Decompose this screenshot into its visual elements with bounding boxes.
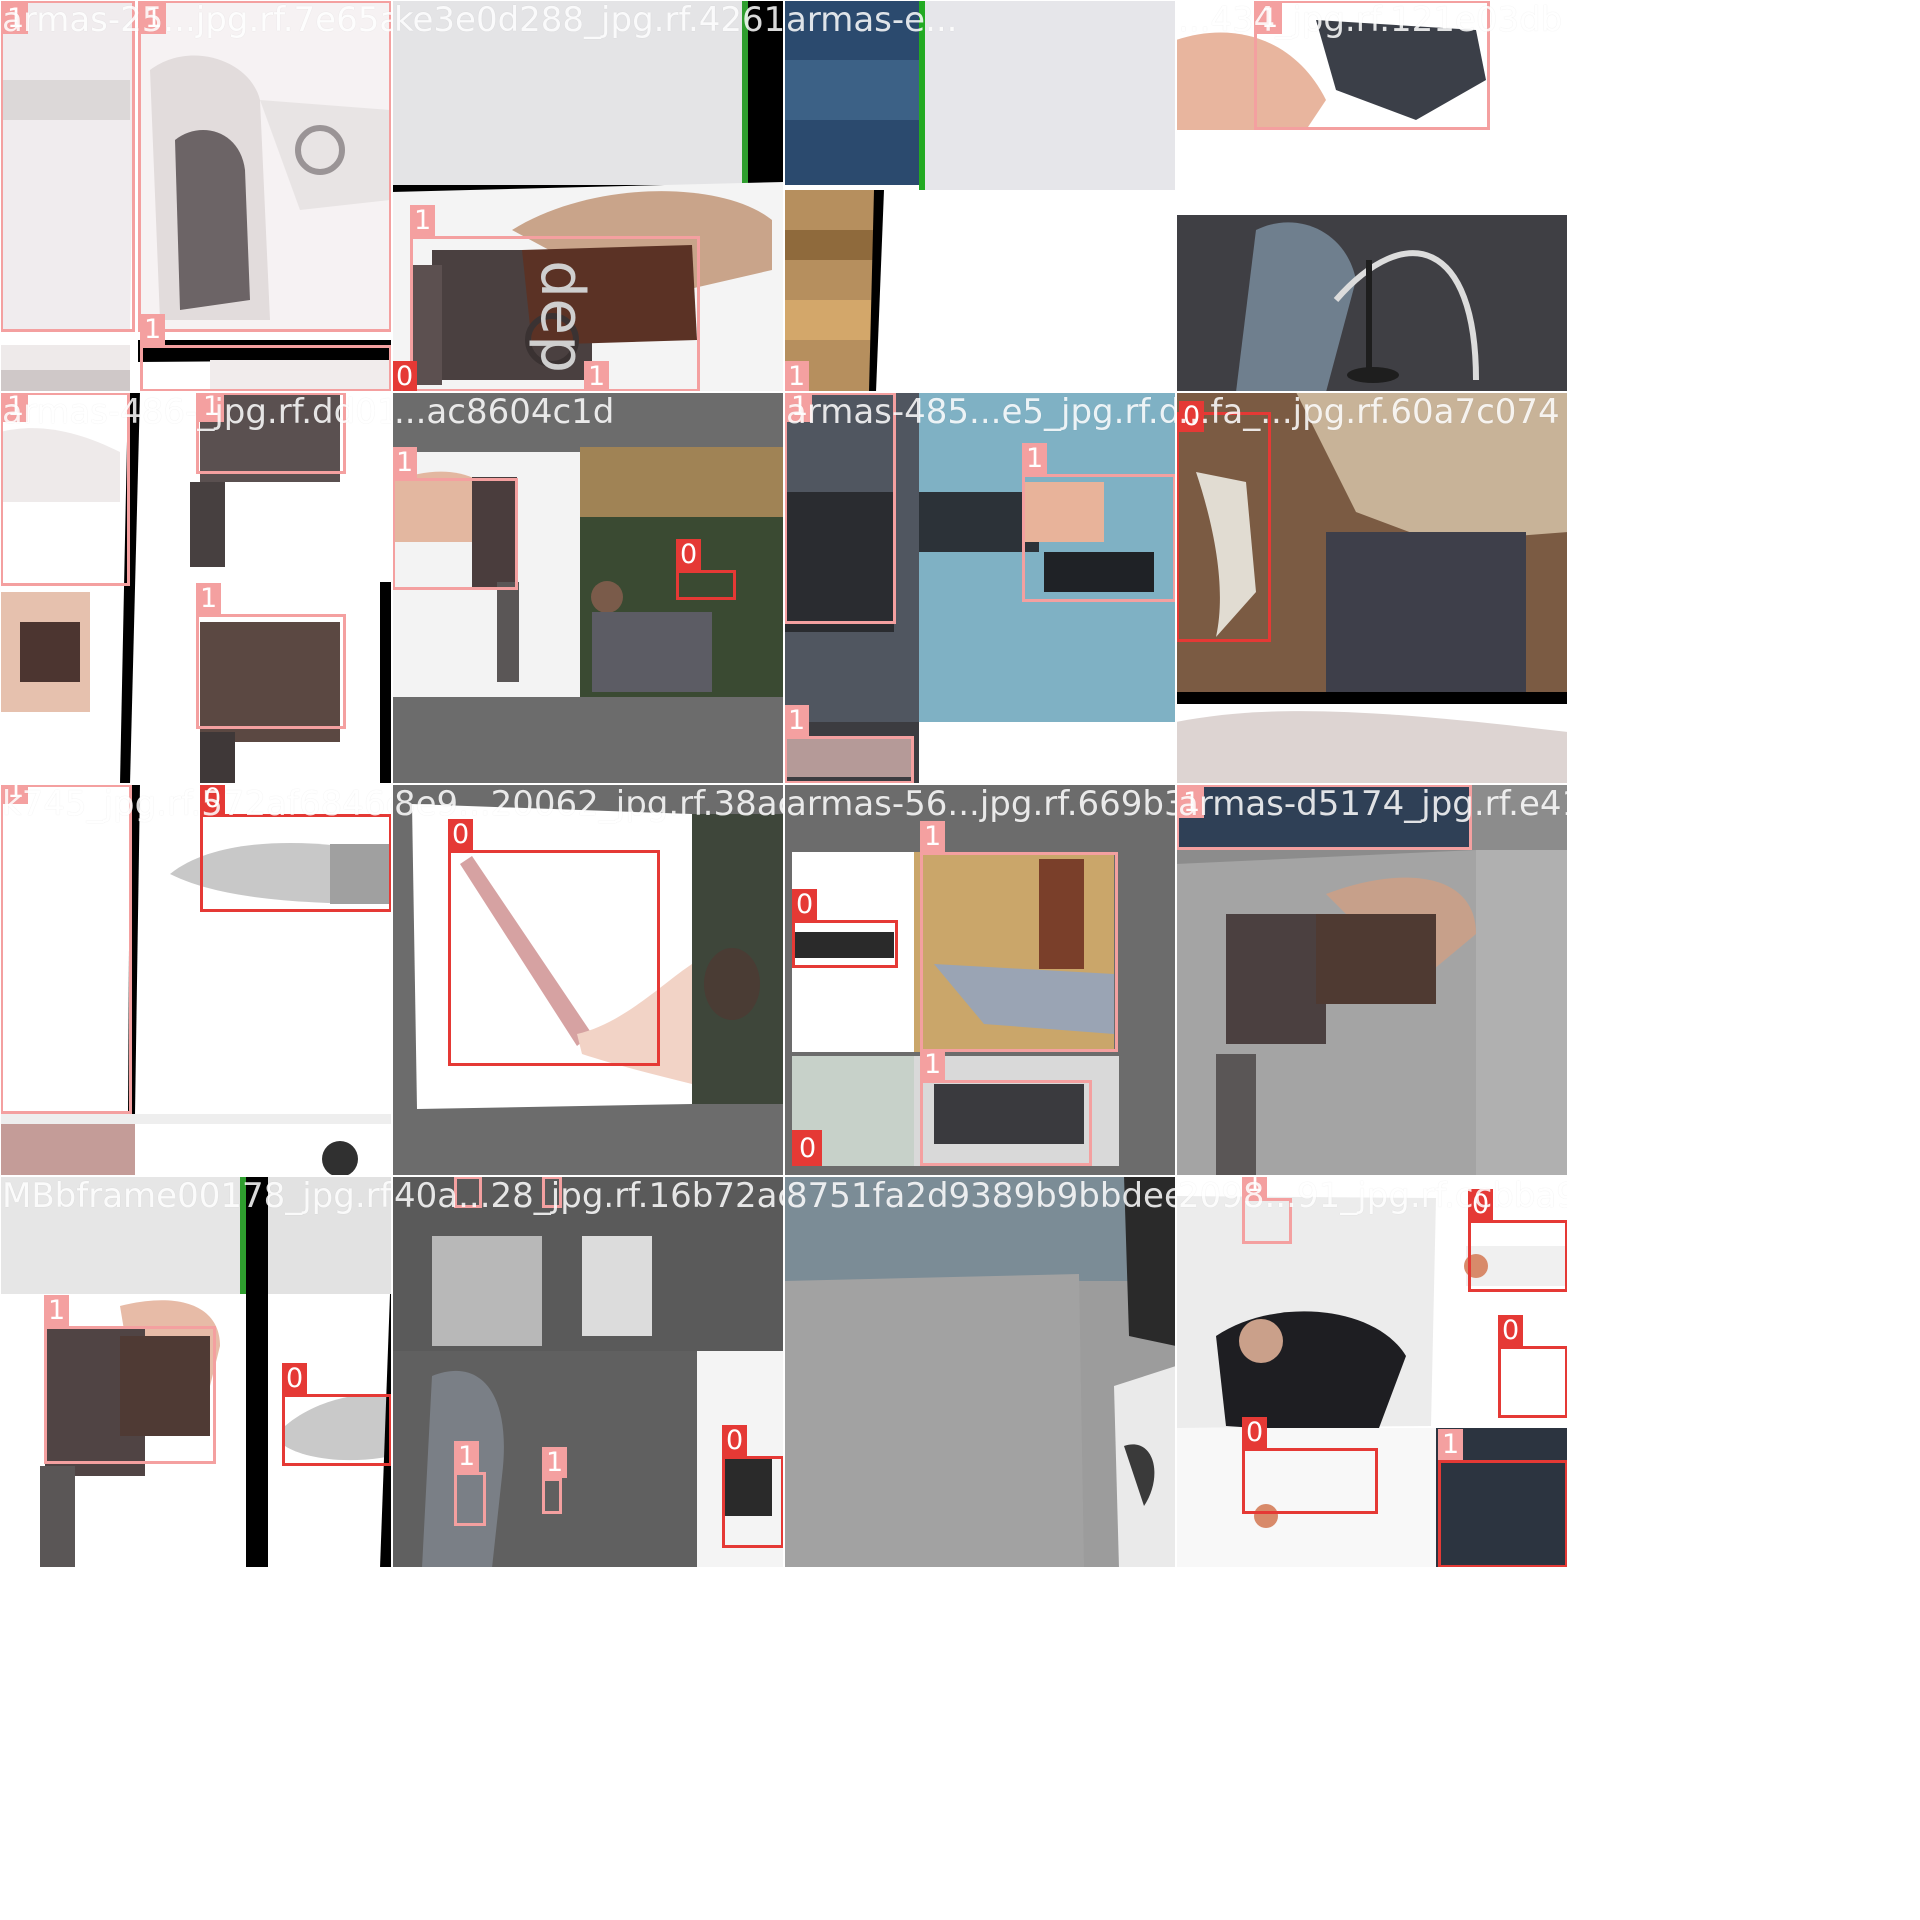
mosaic-tile: 1 1 1 armas-485...e5_jpg.rf.d1ce6be <box>784 392 1176 784</box>
tile-title: armas-25...jpg.rf.7e65a5... <box>2 0 392 40</box>
mosaic-tile: 1 0 0 0 1 2098...91_jpg.rf.ccbba9426a <box>1176 1176 1568 1568</box>
tile-title: 8e9...20062_jpg.rf.38ac4c3 <box>394 784 784 824</box>
bbox: 0 <box>1176 401 1271 642</box>
bbox-label: 0 <box>1498 1315 1524 1346</box>
bbox-label: 1 <box>1438 1429 1464 1460</box>
bbox-label: 1 <box>1022 443 1048 474</box>
bbox-label: 1 <box>542 1447 568 1478</box>
bbox: 0 <box>792 1130 822 1166</box>
mosaic-tile: dep 1 0 1 ke3e0d288_jpg.rf.42615c1b2 <box>392 0 784 392</box>
bbox: 1 <box>784 705 914 784</box>
bbox: 1 <box>392 447 518 590</box>
bbox: 1 <box>140 314 392 392</box>
mosaic-tile: 1 0 1 0 armas-56...jpg.rf.669b3ad4f0 <box>784 784 1176 1176</box>
bbox: 1 <box>0 0 135 332</box>
tile-title: 2098...91_jpg.rf.ccbba9426a <box>1178 1176 1568 1216</box>
bbox-label: 0 <box>282 1363 308 1394</box>
bbox: 1 <box>138 0 392 332</box>
bbox: 0 <box>722 1425 784 1548</box>
mosaic-tile: 8751fa2d9389b9bbdee890e <box>784 1176 1176 1568</box>
mosaic-grid: 1 1 1 armas-25...jpg.rf.7e65a5... dep 1 <box>0 0 1920 1920</box>
bbox: 0 <box>1242 1417 1378 1514</box>
mosaic-tile: 1 0 k745_jpg.rf.572af6846c0d1... <box>0 784 392 1176</box>
bbox-label: 1 <box>454 1441 480 1472</box>
mosaic-tile: 1 1 1 armas-486-_jpg.rf.dd01d829... <box>0 392 392 784</box>
tile-title: armas-485...e5_jpg.rf.d1ce6be <box>786 392 1176 432</box>
tile-title: ...ac8604c1d <box>394 392 615 432</box>
mosaic-margin-right <box>1568 0 1920 1920</box>
tile-title: 40a...28_jpg.rf.16b72ac <box>394 1176 784 1216</box>
tile-title: armas-e... <box>786 0 958 40</box>
mosaic-tile: 0 8e9...20062_jpg.rf.38ac4c3 <box>392 784 784 1176</box>
bbox: 1 <box>196 583 346 729</box>
bbox-label: 0 <box>722 1425 748 1456</box>
tile-title: 8751fa2d9389b9bbdee890e <box>786 1176 1176 1216</box>
bbox: 0 <box>1468 1189 1568 1292</box>
mosaic-tile: 1 armas-d5174_jpg.rf.e4153eb <box>1176 784 1568 1176</box>
bbox-label: 1 <box>140 314 166 345</box>
bbox: 0 <box>200 784 392 912</box>
bbox: 0 <box>282 1363 392 1466</box>
bbox: 0 <box>792 889 898 968</box>
tile-title: ...434_jpg.rf.121e03db <box>1178 0 1563 40</box>
bbox: 0 <box>1498 1315 1568 1418</box>
bbox: 1 <box>920 1049 1092 1166</box>
bbox-label: 0 <box>795 1133 821 1164</box>
bbox-label: 1 <box>784 705 810 736</box>
tile-image <box>784 0 1176 392</box>
bbox: 1 <box>44 1295 216 1464</box>
bbox: 1 <box>1438 1429 1568 1568</box>
mosaic-tile: 1 armas-e... <box>784 0 1176 392</box>
tile-title: armas-486-_jpg.rf.dd01d829... <box>2 392 392 432</box>
tile-title: k745_jpg.rf.572af6846c0d1... <box>2 784 392 824</box>
bbox: 1 <box>542 1447 568 1514</box>
bbox: 0 <box>676 539 736 600</box>
bbox: 1 <box>920 821 1118 1052</box>
bbox-label: 1 <box>920 1049 946 1080</box>
bbox-label: 1 <box>784 361 810 392</box>
bbox-label: 0 <box>792 889 818 920</box>
mosaic-tile: 1 ...434_jpg.rf.121e03db <box>1176 0 1568 392</box>
tile-title: armas-56...jpg.rf.669b3ad4f0 <box>786 784 1176 824</box>
bbox-label: 0 <box>1242 1417 1268 1448</box>
mosaic-tile: 0 ...fa_...jpg.rf.60a7c074 <box>1176 392 1568 784</box>
bbox-label: 0 <box>392 361 418 392</box>
mosaic-tile: 1 1 1 armas-25...jpg.rf.7e65a5... <box>0 0 392 392</box>
tile-title: armas-d5174_jpg.rf.e4153eb <box>1178 784 1568 824</box>
bbox-label: 0 <box>676 539 702 570</box>
bbox: 1 <box>410 205 700 392</box>
bbox-label: 1 <box>920 821 946 852</box>
bbox: 1 <box>1022 443 1176 602</box>
mosaic-margin-bottom <box>0 1568 1568 1920</box>
tile-title: ke3e0d288_jpg.rf.42615c1b2 <box>394 0 784 40</box>
bbox-label: 1 <box>44 1295 70 1326</box>
tile-title: MBbframe00178_jpg.rf.8516 <box>2 1176 392 1216</box>
bbox: 1 <box>0 784 132 1114</box>
bbox-label: 1 <box>584 361 610 392</box>
mosaic-tile: 1 0 ...ac8604c1d <box>392 392 784 784</box>
bbox-label: 1 <box>196 583 222 614</box>
mosaic-tile: 1 1 1 1 0 40a...28_jpg.rf.16b72ac <box>392 1176 784 1568</box>
bbox: 1 <box>454 1441 486 1526</box>
mosaic-tile: 1 0 MBbframe00178_jpg.rf.8516 <box>0 1176 392 1568</box>
bbox: 0 <box>448 819 660 1066</box>
tile-title: ...fa_...jpg.rf.60a7c074 <box>1178 392 1560 432</box>
bbox-label: 1 <box>410 205 436 236</box>
bbox-label: 1 <box>392 447 418 478</box>
tile-image <box>784 1176 1176 1568</box>
